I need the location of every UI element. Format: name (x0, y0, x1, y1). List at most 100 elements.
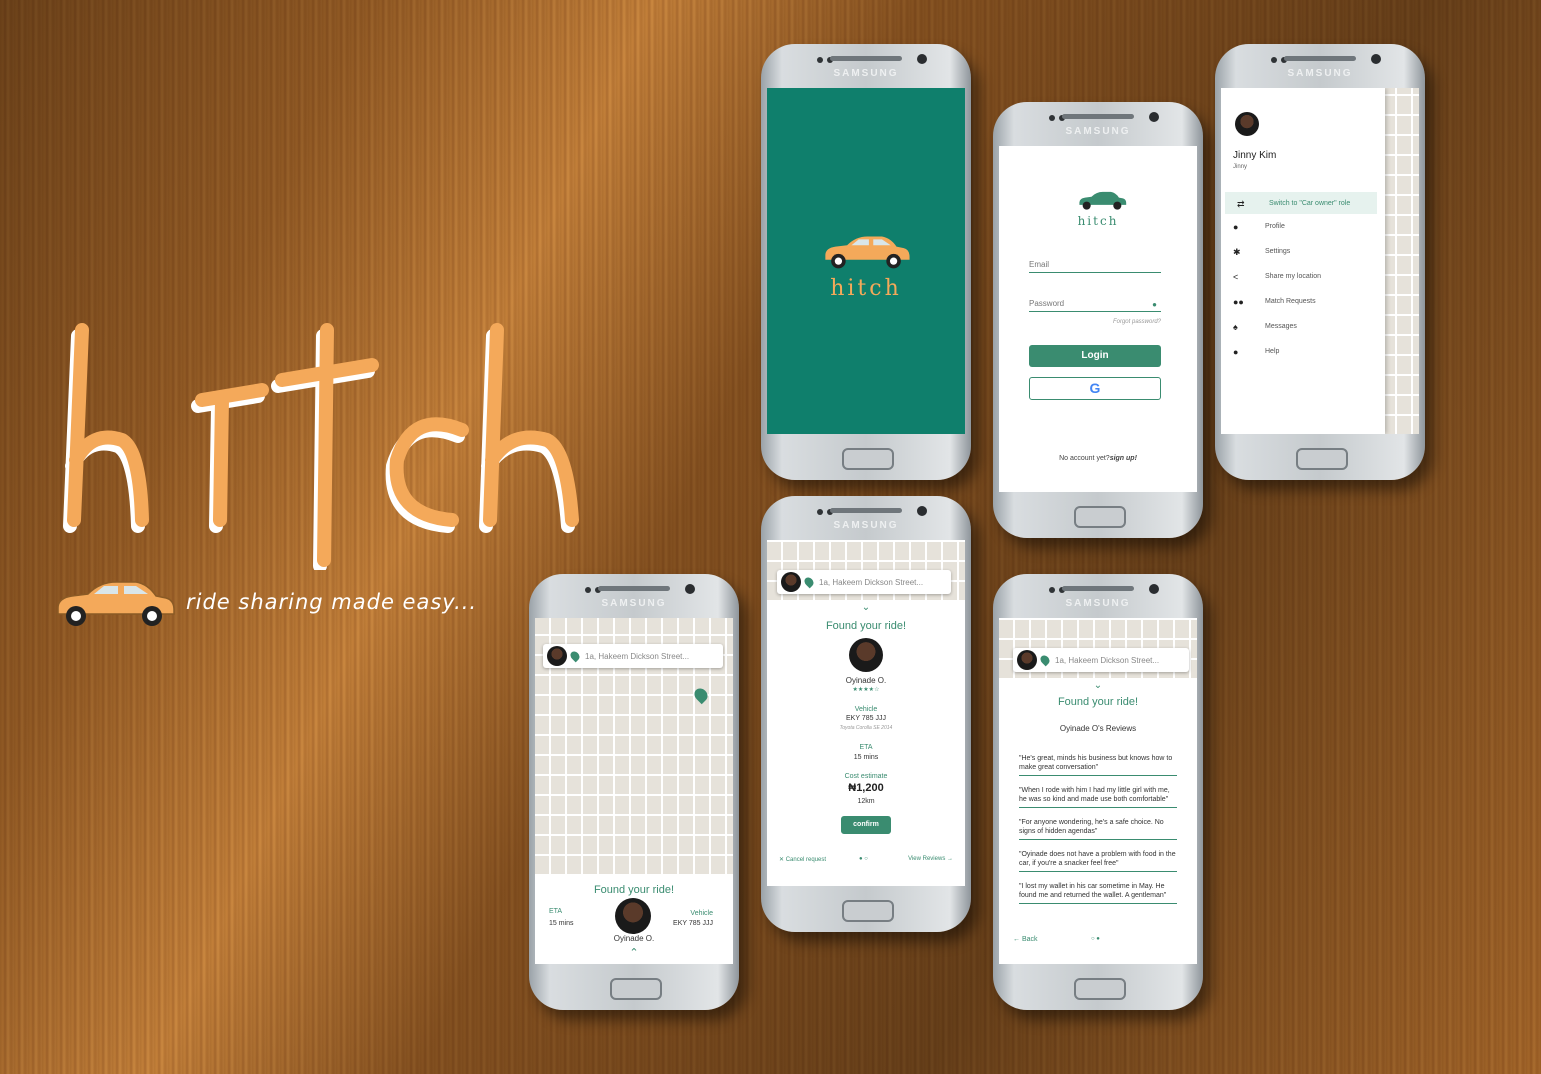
driver-avatar (615, 898, 651, 934)
password-field[interactable]: Password ● (1029, 299, 1161, 312)
menu-item-profile[interactable]: ● Profile (1221, 214, 1381, 239)
menu-item-switch-role[interactable]: ⇄ Switch to "Car owner" role (1225, 192, 1377, 214)
review-item: "Oyinade does not have a problem with fo… (1019, 846, 1177, 872)
map-screen: 1a, Hakeem Dickson Street... Found your … (535, 618, 733, 964)
review-item: "When I rode with him I had my little gi… (1019, 782, 1177, 808)
phone-details: SAMSUNG 1a, Hakeem Dickson Street... ⌄ F… (761, 496, 971, 932)
cancel-request-link[interactable]: ✕ Cancel request (779, 856, 826, 863)
hitch-logo (63, 323, 579, 570)
eta-value: 15 mins (853, 754, 879, 761)
home-button[interactable] (1074, 506, 1126, 528)
person-icon: ● (1233, 222, 1239, 232)
device-brand: SAMSUNG (1065, 126, 1131, 137)
google-signin-button[interactable]: G (1029, 377, 1161, 400)
group-icon: ●● (1233, 297, 1244, 307)
vehicle-label: Vehicle (854, 706, 878, 713)
menu-list: ⇄ Switch to "Car owner" role ● Profile ✱ Se… (1221, 192, 1381, 364)
home-button[interactable] (842, 900, 894, 922)
eye-icon[interactable]: ● (1152, 300, 1157, 309)
search-text: 1a, Hakeem Dickson Street... (585, 651, 690, 661)
driver-name: Oyinade O. (845, 676, 887, 685)
avatar (781, 572, 801, 592)
tagline: ride sharing made easy... (186, 590, 478, 614)
view-reviews-label: View Reviews (908, 856, 946, 862)
forgot-password-link[interactable]: Forgot password? (1113, 319, 1161, 325)
location-pin-icon (568, 649, 582, 663)
device-brand: SAMSUNG (1065, 598, 1131, 609)
review-item: "For anyone wondering, he's a safe choic… (1019, 814, 1177, 840)
confirm-button[interactable]: confirm (841, 816, 891, 834)
chevron-up-icon[interactable]: ⌃ (535, 946, 733, 959)
found-ride-heading: Found your ride! (825, 620, 907, 632)
menu-item-match-requests[interactable]: ●● Match Requests (1221, 289, 1381, 314)
eta-label: ETA (859, 744, 873, 751)
chevron-down-icon[interactable]: ⌄ (999, 680, 1197, 691)
home-button[interactable] (1074, 978, 1126, 1000)
splash-logo-text: hitch (830, 276, 902, 301)
share-icon: < (1233, 272, 1239, 282)
home-button[interactable] (1296, 448, 1348, 470)
home-button[interactable] (610, 978, 662, 1000)
bell-icon: ♠ (1233, 322, 1238, 332)
search-bar[interactable]: 1a, Hakeem Dickson Street... (1013, 648, 1189, 672)
menu-item-messages[interactable]: ♠ Messages (1221, 314, 1381, 339)
menu-item-label: Match Requests (1265, 298, 1316, 305)
tagline-row: ride sharing made easy... (52, 578, 477, 626)
cancel-request-label: Cancel request (785, 857, 827, 863)
google-icon: G (1089, 380, 1101, 396)
back-label: Back (1021, 936, 1038, 943)
location-pin-icon (1038, 653, 1052, 667)
found-ride-heading: Found your ride! (1057, 696, 1139, 708)
driver-name: Oyinade O. (613, 934, 655, 943)
search-text: 1a, Hakeem Dickson Street... (1055, 655, 1160, 665)
reviews-list: "He's great, minds his business but know… (999, 750, 1197, 910)
device-brand: SAMSUNG (1287, 68, 1353, 79)
info-icon: ● (1233, 347, 1239, 357)
phone-menu: SAMSUNG Jinny Kim Jinny ⇄ Switch to "Car … (1215, 44, 1425, 480)
search-text: 1a, Hakeem Dickson Street... (819, 577, 924, 587)
page-dots: ○ ● (1091, 936, 1100, 942)
phone-map: SAMSUNG 1a, Hakeem Dickson Street... Fou… (529, 574, 739, 1010)
distance-value: 12km (857, 798, 875, 805)
reviews-screen: 1a, Hakeem Dickson Street... ⌄ Found you… (999, 618, 1197, 964)
car-icon (825, 236, 910, 269)
rating-stars: ★★★★☆ (852, 687, 880, 693)
device-brand: SAMSUNG (833, 68, 899, 79)
home-button[interactable] (842, 448, 894, 470)
chevron-down-icon[interactable]: ⌄ (767, 602, 965, 613)
menu-item-label: Profile (1265, 223, 1285, 230)
menu-item-label: Help (1265, 348, 1280, 355)
menu-item-label: Messages (1265, 323, 1297, 330)
search-bar[interactable]: 1a, Hakeem Dickson Street... (543, 644, 723, 668)
menu-item-label: Settings (1265, 248, 1291, 255)
login-screen: hitch Email Password ● Forgot password? … (999, 146, 1197, 492)
menu-item-help[interactable]: ● Help (1221, 339, 1381, 364)
menu-screen: Jinny Kim Jinny ⇄ Switch to "Car owner" r… (1221, 88, 1419, 434)
device-brand: SAMSUNG (601, 598, 667, 609)
cost-label: Cost estimate (844, 773, 888, 780)
review-item: "He's great, minds his business but know… (1019, 750, 1177, 776)
search-bar[interactable]: 1a, Hakeem Dickson Street... (777, 570, 951, 594)
phone-reviews: SAMSUNG 1a, Hakeem Dickson Street... ⌄ F… (993, 574, 1203, 1010)
password-placeholder: Password (1029, 299, 1065, 308)
view-reviews-link[interactable]: View Reviews → (908, 856, 953, 862)
vehicle-value: EKY 785 JJJ (673, 920, 713, 927)
menu-item-settings[interactable]: ✱ Settings (1221, 239, 1381, 264)
vehicle-label: Vehicle (690, 910, 713, 917)
menu-item-label: Share my location (1265, 273, 1322, 280)
back-link[interactable]: ← Back (1013, 936, 1038, 943)
login-button[interactable]: Login (1029, 345, 1161, 367)
driver-avatar (849, 638, 883, 672)
page-dots: ● ○ (859, 856, 868, 862)
details-screen: 1a, Hakeem Dickson Street... ⌄ Found you… (767, 540, 965, 886)
signup-link[interactable]: sign up! (1110, 455, 1137, 462)
email-field[interactable]: Email (1029, 260, 1161, 273)
phone-splash: SAMSUNG hitch (761, 44, 971, 480)
car-icon (1079, 191, 1127, 210)
avatar (547, 646, 567, 666)
review-item: "I lost my wallet in his car sometime in… (1019, 878, 1177, 904)
phone-login: SAMSUNG hitch Email Password ● Forgot pa… (993, 102, 1203, 538)
menu-item-share-location[interactable]: < Share my location (1221, 264, 1381, 289)
car-model: Toyota Corolla SE 2014 (839, 725, 893, 731)
device-brand: SAMSUNG (833, 520, 899, 531)
